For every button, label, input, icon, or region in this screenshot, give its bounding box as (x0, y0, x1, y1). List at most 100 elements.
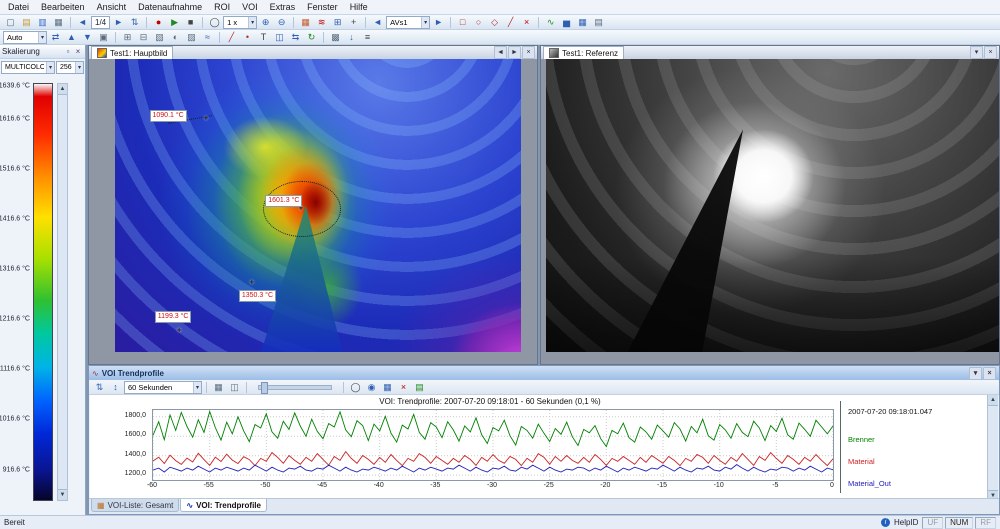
report-button[interactable]: ▤ (591, 16, 606, 29)
zoom-tool-button[interactable]: ◯ (207, 16, 222, 29)
color-scale-bar[interactable] (33, 83, 53, 501)
chart-scroll-up-icon[interactable]: ▲ (988, 395, 998, 406)
temperature-annotation[interactable]: 1601.3 °C (265, 195, 302, 207)
print-button[interactable]: ▦ (51, 16, 66, 29)
trend-pause-button[interactable]: ⇅ (92, 381, 107, 394)
scale-up-button[interactable]: ▲ (64, 31, 79, 44)
menu-datei[interactable]: Datei (2, 0, 35, 14)
menu-roi[interactable]: ROI (208, 0, 236, 14)
new-file-button[interactable]: ▢ (3, 16, 18, 29)
trend-zoom-button[interactable]: ◯ (348, 381, 363, 394)
menu-voi[interactable]: VOI (236, 0, 264, 14)
prev-image-button[interactable]: ◄ (75, 16, 90, 29)
auto-scale-select[interactable]: Auto▾ (3, 31, 47, 44)
grid-button[interactable]: ⊞ (330, 16, 345, 29)
table-button[interactable]: ▦ (575, 16, 590, 29)
scale-down-button[interactable]: ▼ (80, 31, 95, 44)
chevron-down-icon[interactable]: ▾ (193, 382, 201, 393)
slider-thumb[interactable] (261, 382, 268, 394)
isotherm-button[interactable]: ≋ (314, 16, 329, 29)
next-image-button[interactable]: ► (111, 16, 126, 29)
plot-area[interactable] (152, 409, 834, 481)
reference-image[interactable] (546, 59, 999, 352)
tab-voi-trendprofile[interactable]: ∿VOI: Trendprofile (180, 499, 267, 512)
trend-export-button[interactable]: ▤ (412, 381, 427, 394)
level-up-button[interactable]: ⊞ (120, 31, 135, 44)
tab-referenz[interactable]: Test1: Referenz (543, 46, 624, 59)
temperature-annotation[interactable]: 1090.1 °C (150, 110, 187, 122)
roi-line-button[interactable]: ╱ (503, 16, 518, 29)
roi-ellipse-button[interactable]: ○ (471, 16, 486, 29)
reference-close-icon[interactable]: × (984, 46, 997, 59)
chevron-down-icon[interactable]: ▾ (248, 17, 256, 28)
export-button[interactable]: ↓ (344, 31, 359, 44)
trend-copy-button[interactable]: ◫ (227, 381, 242, 394)
trend-interval-select[interactable]: 60 Sekunden▾ (124, 381, 202, 394)
avs-select[interactable]: AVs1▾ (386, 16, 430, 29)
scale-scrollbar[interactable]: ▲ ▼ (57, 83, 68, 501)
play-button[interactable]: ▶ (167, 16, 182, 29)
scale-refresh-button[interactable]: ⇄ (48, 31, 63, 44)
zoom-in-button[interactable]: ⊕ (258, 16, 273, 29)
trend-pin-icon[interactable]: ▾ (969, 367, 982, 380)
stop-button[interactable]: ■ (183, 16, 198, 29)
trend-close-icon[interactable]: × (983, 367, 996, 380)
settings-button[interactable]: ≡ (360, 31, 375, 44)
roi-polygon-button[interactable]: ◇ (487, 16, 502, 29)
zoom-out-button[interactable]: ⊖ (274, 16, 289, 29)
menu-ansicht[interactable]: Ansicht (91, 0, 133, 14)
trend-position-slider[interactable] (258, 385, 332, 390)
menu-hilfe[interactable]: Hilfe (344, 0, 374, 14)
profile-button[interactable]: ∿ (543, 16, 558, 29)
scale-up-arrow-icon[interactable]: ▲ (58, 84, 67, 95)
thermal-image[interactable]: 1090.1 °C1601.3 °C1350.3 °C1199.3 °C++++ (115, 59, 521, 352)
prev-tab-button[interactable]: ◄ (494, 46, 507, 59)
menu-datenaufnahme[interactable]: Datenaufnahme (132, 0, 208, 14)
level-down-button[interactable]: ⊟ (136, 31, 151, 44)
trend-delete-button[interactable]: × (396, 381, 411, 394)
scaling-close-button[interactable]: × (73, 47, 83, 56)
scaling-pin-button[interactable]: ▫ (63, 47, 73, 56)
trend-visibility-button[interactable]: ◉ (364, 381, 379, 394)
roi-delete-button[interactable]: × (519, 16, 534, 29)
menu-bearbeiten[interactable]: Bearbeiten (35, 0, 91, 14)
main-window-close-icon[interactable]: × (522, 46, 535, 59)
record-button[interactable]: ● (151, 16, 166, 29)
scale-lock-button[interactable]: ▣ (96, 31, 111, 44)
trend-table-button[interactable]: ▦ (380, 381, 395, 394)
open-file-button[interactable]: ▤ (19, 16, 34, 29)
layers-button[interactable]: ◫ (272, 31, 287, 44)
palette-select[interactable]: MULTICOLOR▾ (1, 61, 55, 74)
image-spinner[interactable]: ⇅ (127, 16, 142, 29)
chevron-down-icon[interactable]: ▾ (421, 17, 429, 28)
histogram-eq-button[interactable]: ▧ (152, 31, 167, 44)
avs-prev-button[interactable]: ◄ (370, 16, 385, 29)
chart-scrollbar[interactable]: ▲ ▼ (987, 395, 998, 501)
sync-button[interactable]: ↻ (304, 31, 319, 44)
zoom-level-select[interactable]: 1 x▾ (223, 16, 257, 29)
next-tab-button[interactable]: ► (508, 46, 521, 59)
tab-hauptbild[interactable]: Test1: Hauptbild (91, 46, 173, 59)
legend-series-material[interactable]: Material (848, 457, 875, 466)
reference-pin-icon[interactable]: ▾ (970, 46, 983, 59)
measure-point-button[interactable]: • (240, 31, 255, 44)
save-button[interactable]: ▥ (35, 16, 50, 29)
annotate-button[interactable]: T (256, 31, 271, 44)
trend-print-button[interactable]: ▦ (211, 381, 226, 394)
legend-series-material_out[interactable]: Material_Out (848, 479, 891, 488)
link-windows-button[interactable]: ⇆ (288, 31, 303, 44)
trend-autoscale-button[interactable]: ↕ (108, 381, 123, 394)
filter-button[interactable]: ▨ (184, 31, 199, 44)
crosshair-button[interactable]: + (346, 16, 361, 29)
report2-button[interactable]: ▩ (328, 31, 343, 44)
temperature-annotation[interactable]: 1350.3 °C (239, 290, 276, 302)
avs-next-button[interactable]: ► (431, 16, 446, 29)
chevron-down-icon[interactable]: ▾ (75, 62, 83, 73)
levels-select[interactable]: 256▾ (56, 61, 84, 74)
tab-voi-liste-gesamt[interactable]: ▦VOI-Liste: Gesamt (91, 499, 179, 512)
invert-button[interactable]: ◐ (168, 31, 183, 44)
scale-down-arrow-icon[interactable]: ▼ (58, 489, 67, 500)
smooth-button[interactable]: ≈ (200, 31, 215, 44)
roi-rect-button[interactable]: □ (455, 16, 470, 29)
chevron-down-icon[interactable]: ▾ (46, 62, 54, 73)
